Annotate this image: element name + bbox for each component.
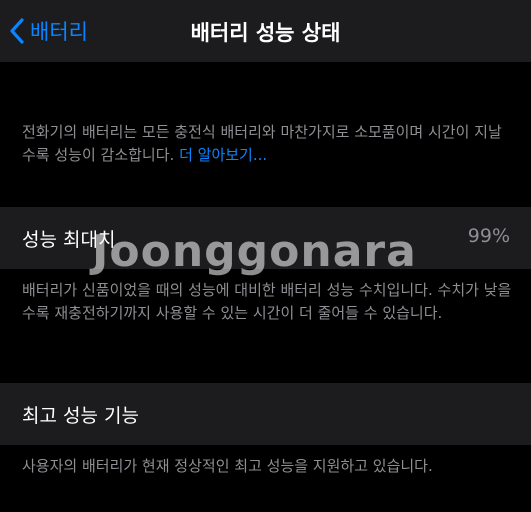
peak-performance-description: 사용자의 배터리가 현재 정상적인 최고 성능을 지원하고 있습니다. (22, 457, 433, 475)
peak-performance-row: 최고 성능 기능 (0, 383, 531, 445)
peak-performance-label: 최고 성능 기능 (22, 405, 139, 427)
maximum-capacity-description: 배터리가 신품이었을 때의 성능에 대비한 배터리 성능 수치입니다. 수치가 … (22, 281, 512, 322)
learn-more-link[interactable]: 더 알아보기... (179, 146, 267, 164)
maximum-capacity-label: 성능 최대치 (22, 229, 116, 251)
battery-intro-text: 전화기의 배터리는 모든 충전식 배터리와 마찬가지로 소모품이며 시간이 지날… (22, 121, 514, 167)
maximum-capacity-value: 99% (467, 225, 510, 247)
navigation-bar: 배터리 배터리 성능 상태 (0, 0, 531, 62)
maximum-capacity-row: 성능 최대치 99% (0, 207, 531, 269)
page-title: 배터리 성능 상태 (190, 21, 341, 45)
